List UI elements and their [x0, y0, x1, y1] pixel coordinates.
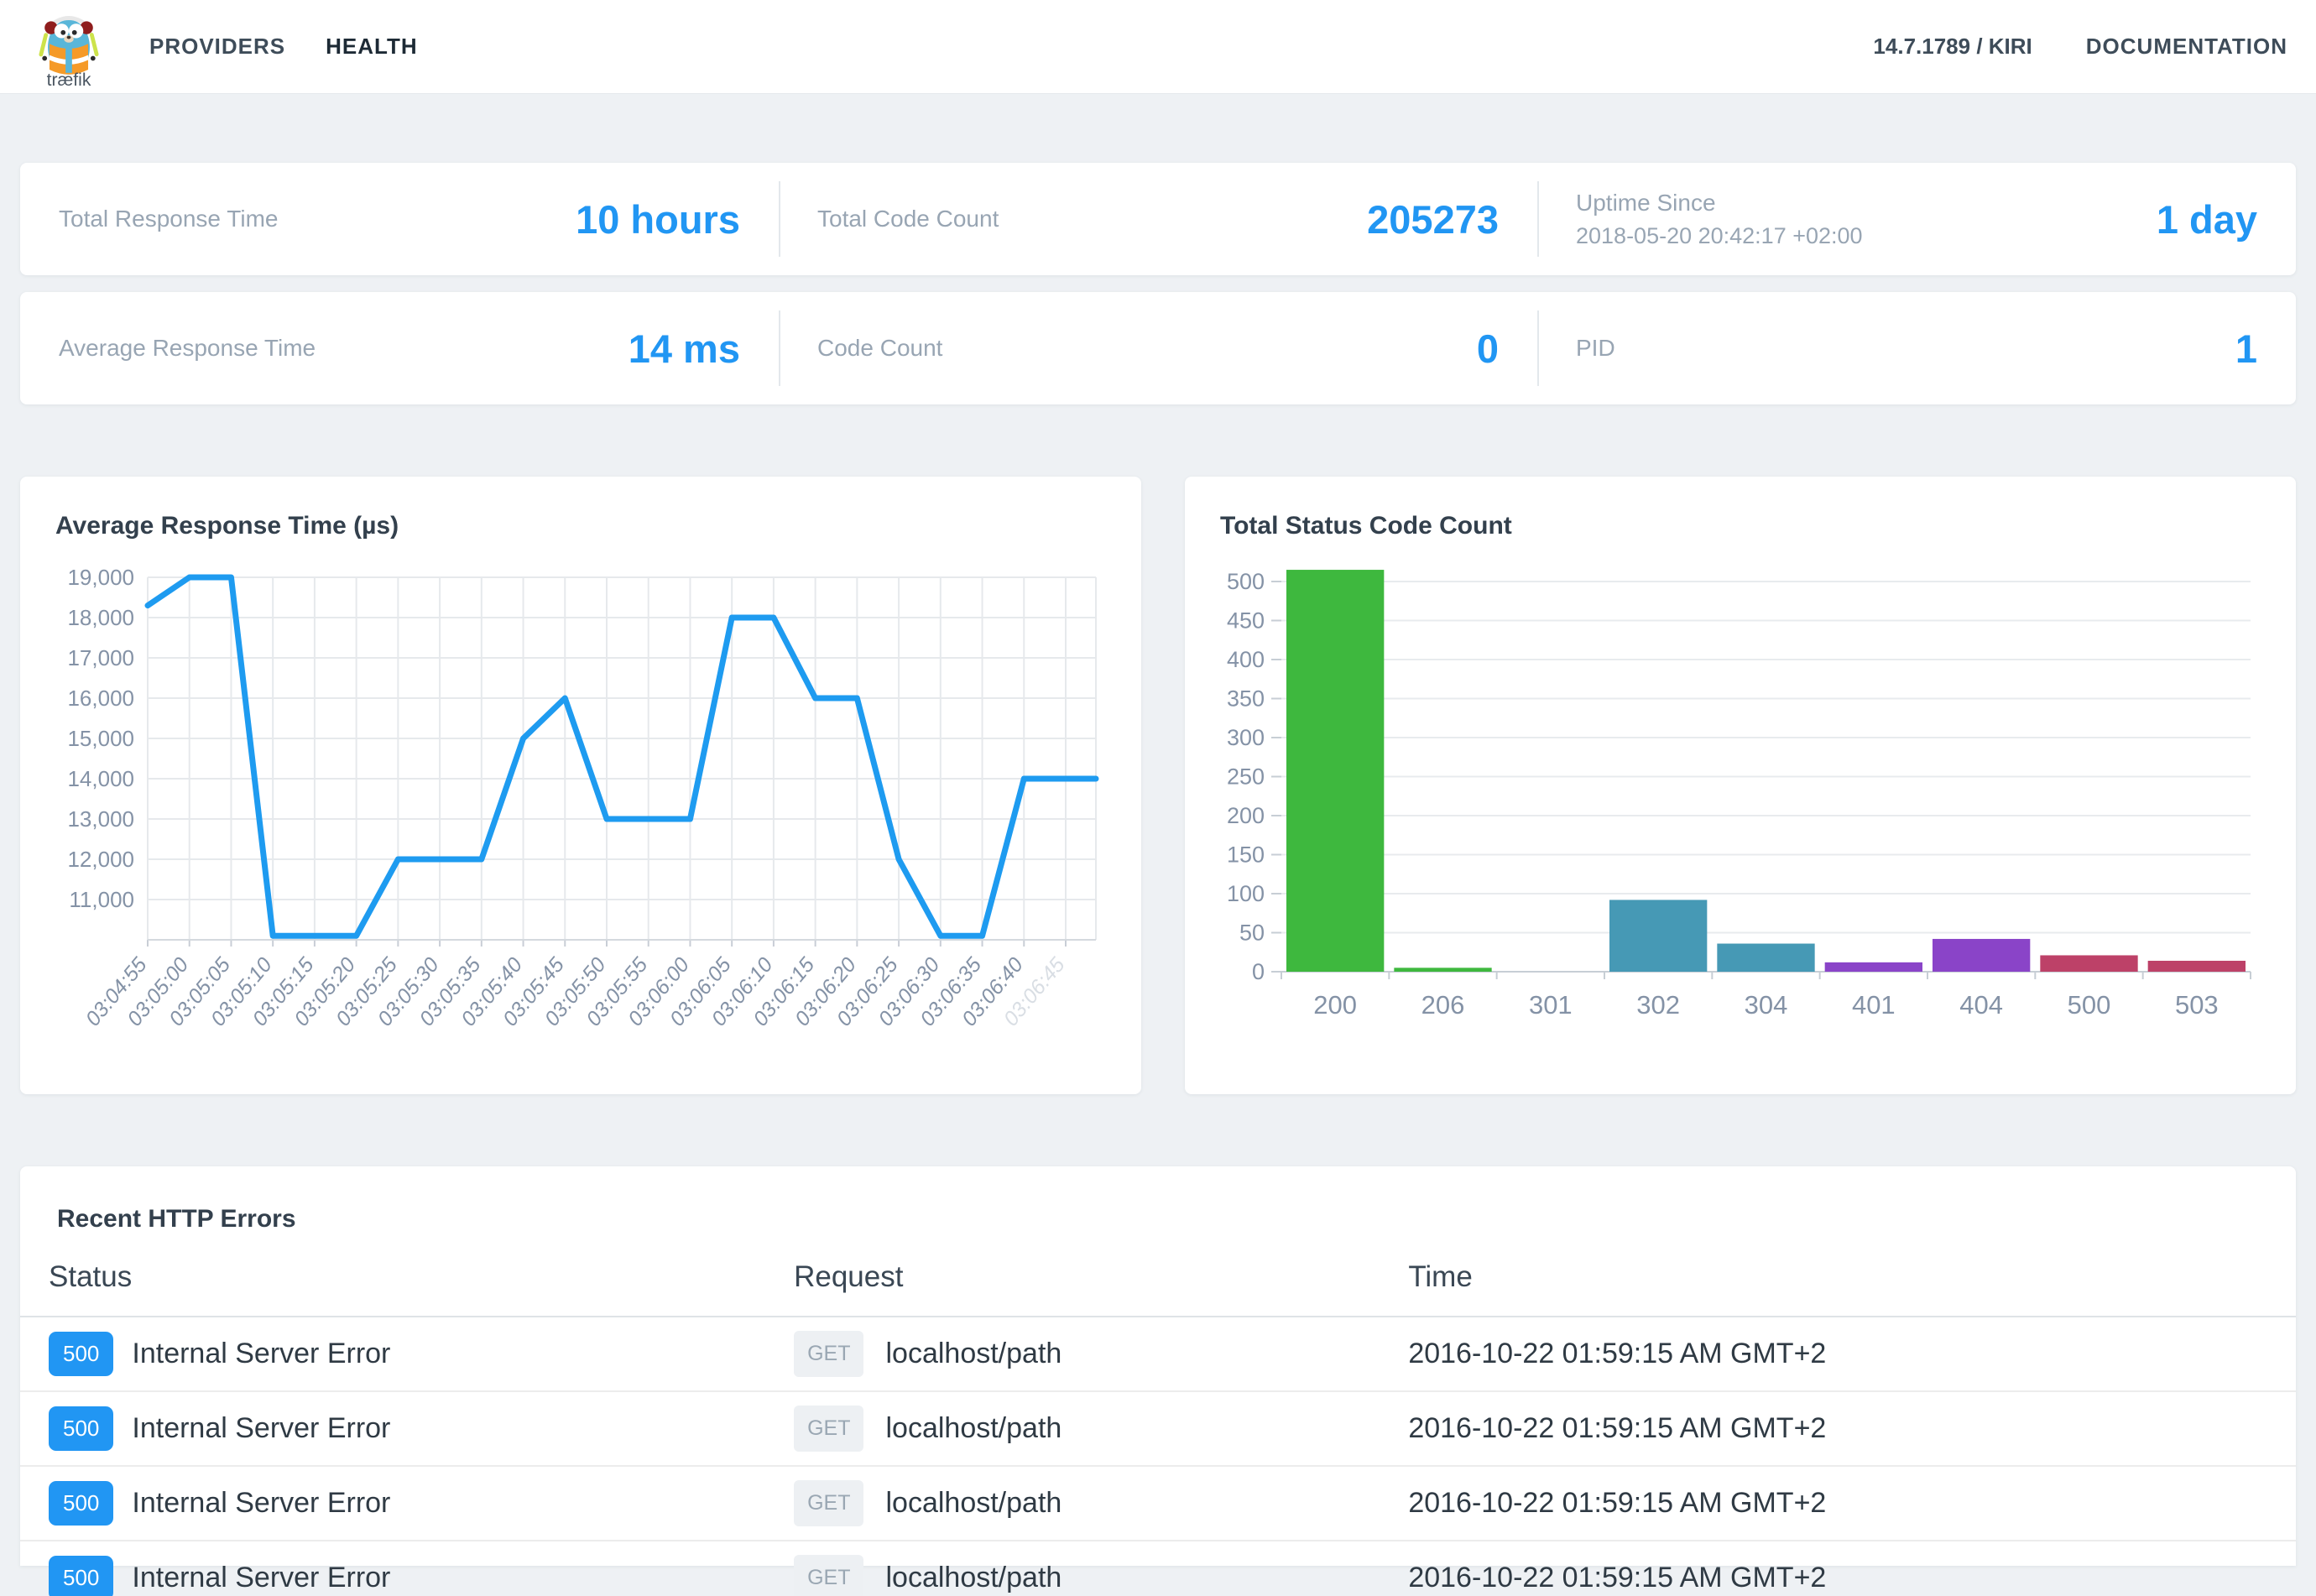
svg-text:300: 300 [1227, 725, 1265, 750]
table-row: 500 Internal Server Error GET localhost/… [20, 1392, 2296, 1467]
http-method-badge: GET [794, 1480, 863, 1526]
status-code-chart-card: Total Status Code Count 0 50 100 150 200 250 3… [1185, 477, 2296, 1094]
top-nav: træfik PROVIDERS HEALTH 14.7.1789 / KIRI… [0, 0, 2316, 94]
stat-total-response-time: Total Response Time 10 hours [20, 163, 779, 275]
stat-value: 14 ms [629, 326, 740, 372]
svg-text:0: 0 [1252, 959, 1265, 984]
svg-text:206: 206 [1421, 990, 1465, 1020]
stat-sublabel: 2018-05-20 20:42:17 +02:00 [1576, 223, 1863, 249]
table-row: 500 Internal Server Error GET localhost/… [20, 1541, 2296, 1596]
svg-text:12,000: 12,000 [67, 847, 134, 872]
traefik-gopher-icon: træfik [29, 5, 109, 92]
status-text: Internal Server Error [132, 1487, 390, 1520]
errors-table-title: Recent HTTP Errors [57, 1205, 2296, 1234]
avg-response-time-line-chart: 11,000 12,000 13,000 14,000 15,000 16,000 17,0… [30, 552, 1131, 1069]
svg-text:200: 200 [1313, 990, 1357, 1020]
stat-average-response-time: Average Response Time 14 ms [20, 292, 779, 404]
traefik-brand-text: træfik [47, 70, 91, 90]
request-path: localhost/path [885, 1338, 1062, 1370]
error-time: 2016-10-22 01:59:15 AM GMT+2 [1408, 1338, 2296, 1370]
avg-response-time-chart-card: Average Response Time (µs) 11,00012,0001… [20, 477, 1141, 1094]
line-chart-title: Average Response Time (µs) [55, 512, 1141, 540]
stat-label: Total Code Count [817, 206, 999, 232]
status-text: Internal Server Error [132, 1562, 390, 1594]
request-path: localhost/path [885, 1412, 1062, 1445]
request-path: localhost/path [885, 1487, 1062, 1520]
svg-text:200: 200 [1227, 803, 1265, 828]
request-path: localhost/path [885, 1562, 1062, 1594]
stat-label: PID [1576, 335, 1615, 362]
column-header-time: Time [1408, 1260, 2296, 1294]
svg-text:100: 100 [1227, 881, 1265, 906]
stat-value: 10 hours [576, 196, 740, 243]
svg-text:150: 150 [1227, 842, 1265, 868]
charts-row: Average Response Time (µs) 11,00012,0001… [20, 477, 2296, 1094]
http-method-badge: GET [794, 1555, 863, 1596]
traefik-logo[interactable]: træfik [29, 5, 109, 92]
svg-text:401: 401 [1852, 990, 1896, 1020]
bar-chart-title: Total Status Code Count [1220, 512, 2296, 540]
svg-text:15,000: 15,000 [67, 726, 134, 751]
status-code-bar-chart: 0 50 100 150 200 250 300 350 400 450 500 200 206 301 3… [1202, 552, 2279, 1069]
svg-text:16,000: 16,000 [67, 686, 134, 711]
stat-value: 1 [2235, 326, 2257, 372]
stat-code-count: Code Count 0 [779, 292, 1537, 404]
status-code-badge: 500 [49, 1406, 113, 1451]
status-code-badge: 500 [49, 1332, 113, 1376]
stat-value: 205273 [1367, 196, 1499, 243]
svg-text:13,000: 13,000 [67, 806, 134, 832]
nav-item-documentation[interactable]: DOCUMENTATION [2086, 34, 2287, 60]
http-method-badge: GET [794, 1406, 863, 1452]
svg-text:400: 400 [1227, 647, 1265, 672]
recent-http-errors-card: Recent HTTP Errors Status Request Time 5… [20, 1166, 2296, 1566]
svg-text:304: 304 [1745, 990, 1788, 1020]
error-time: 2016-10-22 01:59:15 AM GMT+2 [1408, 1562, 2296, 1594]
stat-pid: PID 1 [1537, 292, 2296, 404]
stat-label: Average Response Time [59, 335, 316, 362]
error-time: 2016-10-22 01:59:15 AM GMT+2 [1408, 1487, 2296, 1520]
svg-text:19,000: 19,000 [67, 565, 134, 590]
stat-label: Uptime Since [1576, 190, 1863, 216]
svg-text:350: 350 [1227, 686, 1265, 712]
status-code-badge: 500 [49, 1556, 113, 1596]
stat-value: 0 [1477, 326, 1499, 372]
svg-text:450: 450 [1227, 608, 1265, 634]
svg-text:500: 500 [2068, 990, 2111, 1020]
stats-row-1: Total Response Time 10 hours Total Code … [20, 163, 2296, 275]
stat-total-code-count: Total Code Count 205273 [779, 163, 1537, 275]
status-text: Internal Server Error [132, 1338, 390, 1370]
table-row: 500 Internal Server Error GET localhost/… [20, 1317, 2296, 1392]
svg-text:14,000: 14,000 [67, 766, 134, 791]
svg-text:302: 302 [1636, 990, 1680, 1020]
column-header-status: Status [20, 1260, 794, 1294]
svg-text:250: 250 [1227, 764, 1265, 790]
nav-item-providers[interactable]: PROVIDERS [149, 34, 285, 60]
stat-label: Code Count [817, 335, 942, 362]
svg-text:17,000: 17,000 [67, 645, 134, 670]
error-time: 2016-10-22 01:59:15 AM GMT+2 [1408, 1412, 2296, 1445]
main-content: Total Response Time 10 hours Total Code … [0, 94, 2316, 1566]
stat-label: Total Response Time [59, 206, 278, 232]
svg-text:11,000: 11,000 [69, 887, 134, 912]
column-header-request: Request [794, 1260, 1408, 1294]
errors-table-header: Status Request Time [20, 1234, 2296, 1317]
svg-text:500: 500 [1227, 569, 1265, 594]
status-text: Internal Server Error [132, 1412, 390, 1445]
stat-value: 1 day [2157, 196, 2257, 243]
svg-text:404: 404 [1959, 990, 2003, 1020]
svg-text:50: 50 [1239, 921, 1265, 946]
svg-text:301: 301 [1529, 990, 1573, 1020]
svg-text:503: 503 [2175, 990, 2219, 1020]
nav-item-health[interactable]: HEALTH [326, 34, 418, 60]
version-label: 14.7.1789 / KIRI [1873, 34, 2032, 60]
http-method-badge: GET [794, 1331, 863, 1377]
stat-uptime-since: Uptime Since 2018-05-20 20:42:17 +02:00 … [1537, 163, 2296, 275]
stats-row-2: Average Response Time 14 ms Code Count 0… [20, 292, 2296, 404]
svg-text:18,000: 18,000 [67, 605, 134, 630]
status-code-badge: 500 [49, 1481, 113, 1526]
table-row: 500 Internal Server Error GET localhost/… [20, 1467, 2296, 1541]
